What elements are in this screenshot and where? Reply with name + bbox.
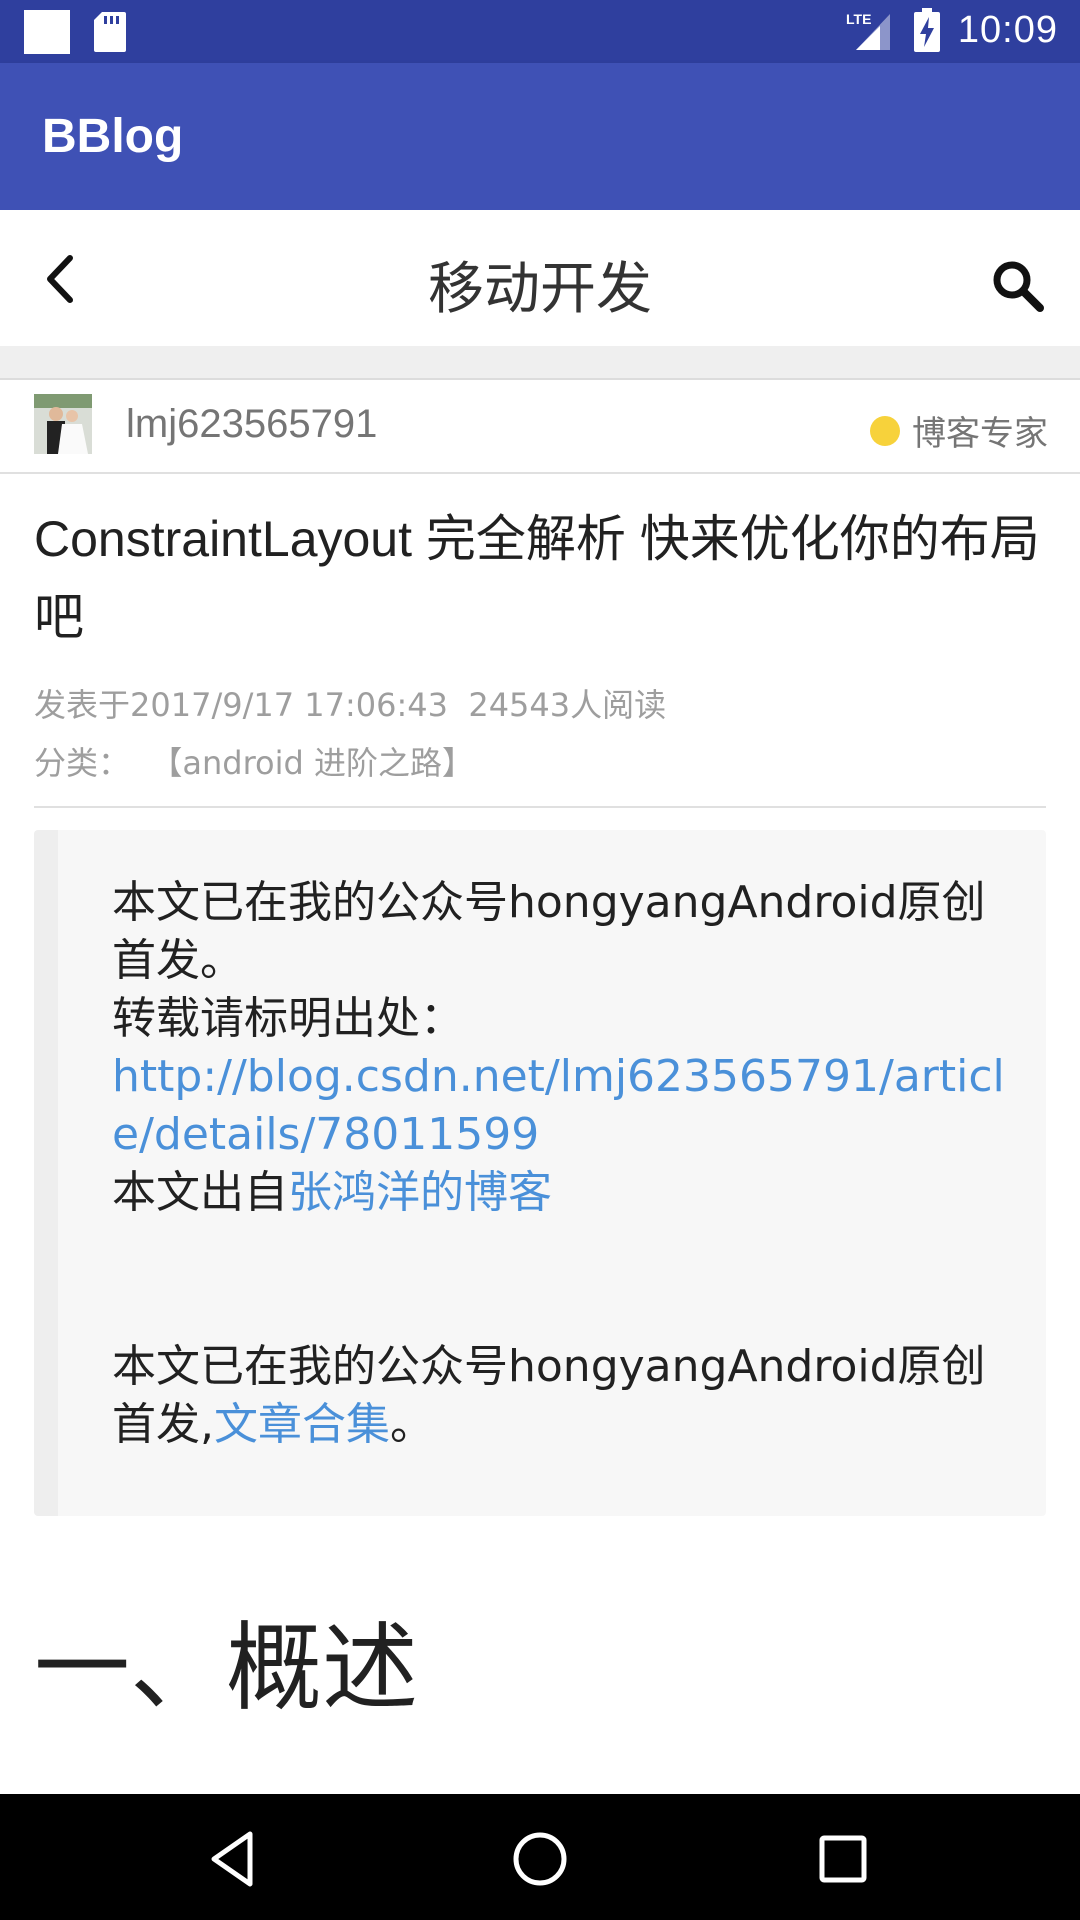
- section-heading: 一、概述: [34, 1612, 418, 1724]
- app-title: BBlog: [42, 110, 184, 163]
- svg-text:LTE: LTE: [846, 11, 871, 27]
- home-circle-icon[interactable]: [505, 1824, 575, 1894]
- category-info: 分类： 【android 进阶之路】: [34, 734, 1046, 792]
- quote-source: 本文出自张鸿洋的博客: [112, 1164, 1006, 1222]
- signal-icon: LTE: [846, 11, 890, 50]
- category-value[interactable]: 【android 进阶之路】: [150, 744, 474, 782]
- blog-link[interactable]: 张鸿洋的博客: [288, 1167, 552, 1218]
- article-url-link[interactable]: http://blog.csdn.net/lmj623565791/articl…: [112, 1051, 1005, 1160]
- badge-dot-icon: [870, 415, 900, 446]
- author-row[interactable]: lmj623565791 博客专家: [0, 380, 1080, 474]
- quote-collection: 本文已在我的公众号hongyangAndroid原创首发,文章合集。: [112, 1338, 1006, 1454]
- collection-link[interactable]: 文章合集: [214, 1399, 390, 1450]
- body-text-cutoff: [34, 1778, 1046, 1794]
- quote-line-original: 本文已在我的公众号hongyangAndroid原创首发。: [112, 877, 986, 986]
- page-header: 移动开发: [0, 210, 1080, 346]
- avatar[interactable]: [34, 394, 92, 454]
- sd-card-icon: [94, 12, 126, 52]
- avatar-image: [34, 394, 92, 454]
- article-content: ConstraintLayout 完全解析 快来优化你的布局吧 发表于2017/…: [34, 500, 1046, 1516]
- publish-info: 发表于2017/9/17 17:06:43 24543人阅读: [34, 676, 1046, 734]
- collection-suffix: 。: [390, 1399, 434, 1450]
- battery-charging-icon: [913, 8, 940, 52]
- article-meta: 发表于2017/9/17 17:06:43 24543人阅读 分类： 【andr…: [34, 676, 1046, 792]
- status-bar: LTE 10:09: [0, 0, 1080, 63]
- article-title: ConstraintLayout 完全解析 快来优化你的布局吧: [34, 511, 1040, 645]
- expert-badge-label: 博客专家: [912, 414, 1048, 454]
- search-icon[interactable]: [990, 258, 1046, 314]
- recents-square-icon[interactable]: [808, 1824, 878, 1894]
- read-count: 24543人阅读: [468, 686, 667, 724]
- app-bar: BBlog: [0, 63, 1080, 210]
- quote-line-repost: 转载请标明出处：: [112, 993, 464, 1044]
- publish-date: 发表于2017/9/17 17:06:43: [34, 686, 448, 724]
- notification-icon: [24, 10, 70, 54]
- page-title: 移动开发: [428, 257, 652, 322]
- divider: [34, 806, 1046, 808]
- author-name[interactable]: lmj623565791: [126, 402, 377, 447]
- category-label: 分类：: [34, 744, 131, 782]
- source-prefix: 本文出自: [112, 1167, 288, 1218]
- section-divider: [0, 346, 1080, 380]
- back-triangle-icon[interactable]: [200, 1824, 270, 1894]
- blockquote: 本文已在我的公众号hongyangAndroid原创首发。 转载请标明出处： h…: [34, 830, 1046, 1516]
- clock: 10:09: [957, 8, 1058, 51]
- system-nav-bar: [0, 1794, 1080, 1920]
- expert-badge: 博客专家: [870, 406, 1048, 455]
